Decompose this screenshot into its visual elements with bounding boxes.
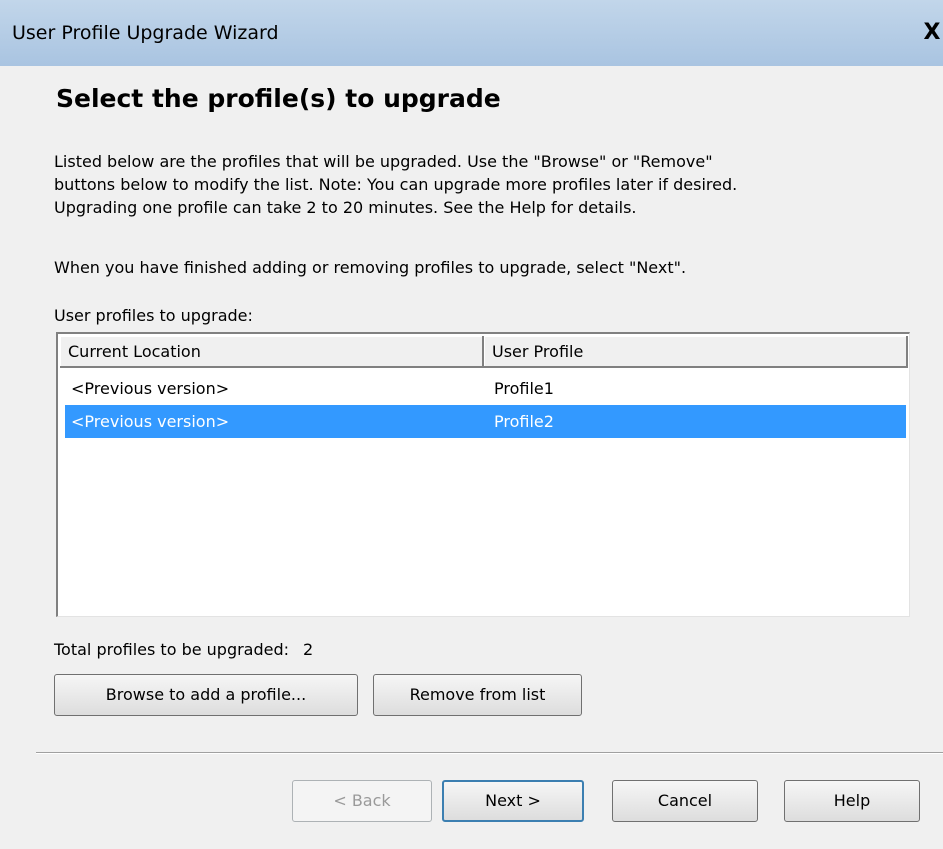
cell-user-profile: Profile1 — [494, 379, 554, 398]
list-row-profile2[interactable]: <Previous version> Profile2 — [65, 405, 906, 438]
total-profiles-count: 2 — [303, 640, 314, 659]
back-button[interactable]: < Back — [292, 780, 432, 822]
footer-divider — [36, 752, 943, 754]
cell-user-profile: Profile2 — [494, 412, 554, 431]
browse-add-profile-button[interactable]: Browse to add a profile... — [54, 674, 358, 716]
cell-current-location: <Previous version> — [71, 379, 230, 398]
remove-from-list-button[interactable]: Remove from list — [373, 674, 582, 716]
list-row-profile1[interactable]: <Previous version> Profile1 — [65, 372, 906, 405]
instruction-text: When you have finished adding or removin… — [54, 258, 687, 277]
list-header: Current Location User Profile — [60, 336, 908, 368]
description-line: Upgrading one profile can take 2 to 20 m… — [54, 198, 637, 217]
column-header-current-location[interactable]: Current Location — [60, 336, 484, 368]
column-header-user-profile[interactable]: User Profile — [484, 336, 908, 368]
description-line: buttons below to modify the list. Note: … — [54, 175, 738, 194]
total-profiles-label: Total profiles to be upgraded: — [54, 640, 290, 659]
total-profiles: Total profiles to be upgraded: 2 — [54, 640, 313, 659]
description-text: Listed below are the profiles that will … — [54, 150, 914, 219]
cell-current-location: <Previous version> — [71, 412, 230, 431]
help-button[interactable]: Help — [784, 780, 920, 822]
window-title: User Profile Upgrade Wizard — [12, 22, 279, 44]
profile-list[interactable]: Current Location User Profile <Previous … — [56, 332, 910, 617]
page-title: Select the profile(s) to upgrade — [56, 84, 501, 113]
description-line: Listed below are the profiles that will … — [54, 152, 713, 171]
profile-list-label: User profiles to upgrade: — [54, 306, 253, 325]
title-bar[interactable]: User Profile Upgrade Wizard X — [0, 0, 943, 66]
wizard-window: User Profile Upgrade Wizard X Select the… — [0, 0, 943, 849]
close-icon[interactable]: X — [921, 20, 943, 46]
next-button[interactable]: Next > — [442, 780, 584, 822]
cancel-button[interactable]: Cancel — [612, 780, 758, 822]
